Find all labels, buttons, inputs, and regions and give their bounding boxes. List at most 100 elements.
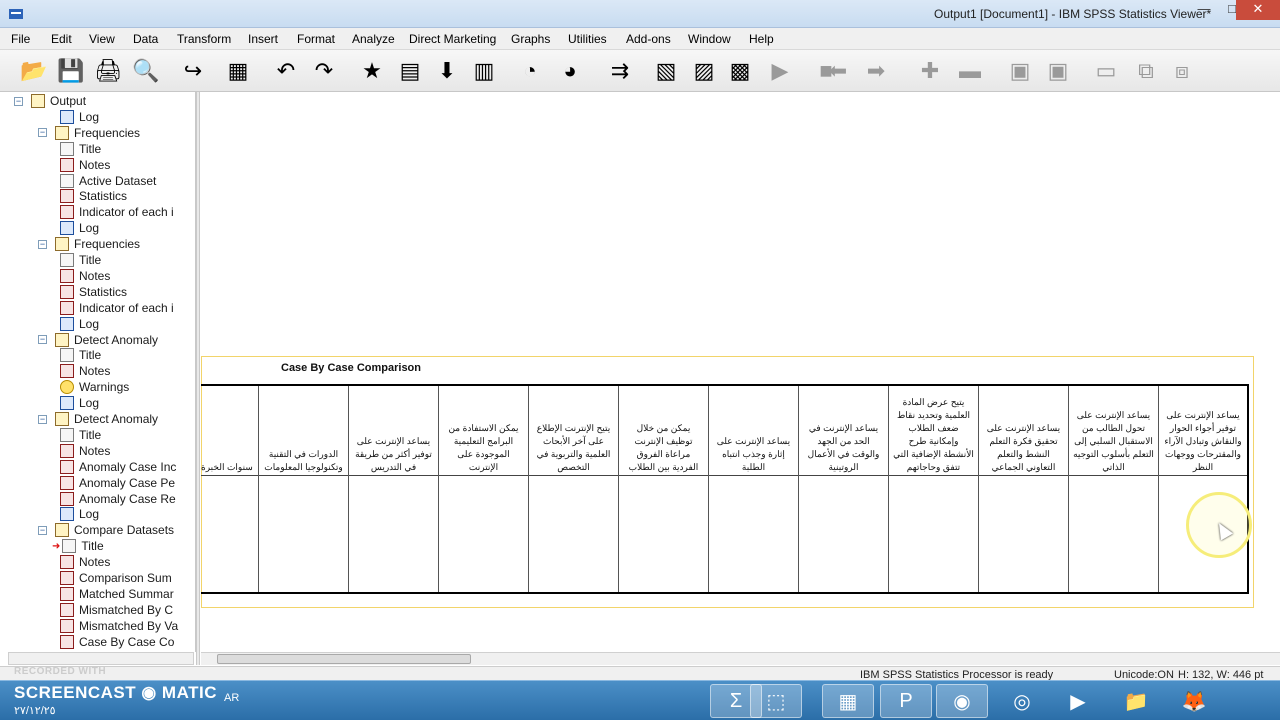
designate-window-icon[interactable]: ▧ [650, 55, 682, 87]
menu-help[interactable]: Help [749, 32, 774, 46]
expand-icon[interactable]: ▣ [1004, 55, 1036, 87]
outline-item[interactable]: Notes [60, 268, 110, 284]
outline-item[interactable]: Title [60, 427, 101, 443]
snipping-tool-icon[interactable]: ⬚ [750, 684, 802, 718]
outline-item[interactable]: Statistics [60, 284, 127, 300]
outline-item[interactable]: − Detect Anomaly [38, 411, 158, 427]
menu-analyze[interactable]: Analyze [352, 32, 395, 46]
firefox-icon[interactable]: 🦊 [1168, 684, 1220, 718]
demote-icon[interactable]: ▬ [954, 55, 986, 87]
menu-file[interactable]: File [11, 32, 30, 46]
title-icon [60, 427, 74, 442]
variables-icon[interactable]: ▥ [468, 55, 500, 87]
minimize-button[interactable]: — [1190, 0, 1218, 20]
show-icon[interactable]: ▭ [1090, 55, 1122, 87]
outline-item[interactable]: Statistics [60, 188, 127, 204]
outline-item[interactable]: Log [60, 395, 99, 411]
open-icon[interactable]: 📂 [18, 55, 50, 87]
outline-item[interactable]: Comparison Sum [60, 570, 172, 586]
outline-item[interactable]: Log [60, 316, 99, 332]
outline-item[interactable]: Log [60, 109, 99, 125]
menu-window[interactable]: Window [688, 32, 731, 46]
outline-item[interactable]: Active Dataset [60, 173, 156, 189]
outline-item[interactable]: Title [60, 141, 101, 157]
spss-viewer-icon[interactable]: P [880, 684, 932, 718]
menu-edit[interactable]: Edit [51, 32, 72, 46]
outline-item[interactable]: Title [60, 347, 101, 363]
content-hscrollbar[interactable] [201, 652, 1280, 665]
show-all-variables-icon[interactable]: ◕ [554, 55, 586, 87]
recall-dialog-icon[interactable]: ▦ [222, 55, 254, 87]
spss-data-editor-icon[interactable]: ▦ [822, 684, 874, 718]
insert-heading-icon[interactable]: ▨ [688, 55, 720, 87]
outline-item[interactable]: Mismatched By C [60, 602, 173, 618]
goto-data-icon[interactable]: ★ [356, 55, 388, 87]
collapse-toggle-icon[interactable]: − [38, 239, 47, 249]
hide-icon[interactable]: ⧉ [1130, 55, 1162, 87]
outline-item[interactable]: Anomaly Case Pe [60, 475, 175, 491]
outline-scrollbar[interactable] [8, 652, 194, 665]
menu-insert[interactable]: Insert [248, 32, 278, 46]
collapse-toggle-icon[interactable]: − [38, 128, 47, 138]
case-by-case-pivot-table[interactable]: سنوات الخبرة الدورات في التقنية وتكنولوجي… [201, 384, 1249, 594]
outline-item[interactable]: Anomaly Case Inc [60, 459, 176, 475]
outline-item[interactable]: − Detect Anomaly [38, 332, 158, 348]
outline-item[interactable]: Anomaly Case Re [60, 491, 176, 507]
outline-item[interactable]: Notes [60, 157, 110, 173]
outline-item[interactable]: Indicator of each i [60, 204, 174, 220]
outline-item[interactable]: Notes [60, 554, 110, 570]
browser-icon[interactable]: ◉ [936, 684, 988, 718]
outline-item[interactable]: Log [60, 506, 99, 522]
insert-title-icon[interactable]: ▩ [724, 55, 756, 87]
collapse-toggle-icon[interactable]: − [14, 96, 23, 106]
print-preview-icon[interactable]: 🔍 [130, 55, 162, 87]
print-icon[interactable]: 🖨 [92, 55, 124, 87]
save-icon[interactable]: 💾 [55, 55, 87, 87]
outline-item[interactable]: − Compare Datasets [38, 522, 174, 538]
collapse-toggle-icon[interactable]: − [38, 414, 47, 424]
next-icon[interactable]: ➡ [860, 55, 892, 87]
menu-utilities[interactable]: Utilities [568, 32, 607, 46]
outline-item[interactable]: Notes [60, 363, 110, 379]
outline-item[interactable]: Mismatched By Va [60, 618, 178, 634]
file-explorer-icon[interactable]: 📁 [1110, 684, 1162, 718]
undo-icon[interactable]: ↶ [270, 55, 302, 87]
collapse-toggle-icon[interactable]: − [38, 525, 47, 535]
pane-divider[interactable] [196, 92, 200, 665]
menu-transform[interactable]: Transform [177, 32, 231, 46]
outline-item[interactable]: Title [60, 252, 101, 268]
outline-item[interactable]: Indicator of each i [60, 300, 174, 316]
outline-item[interactable]: Matched Summar [60, 586, 174, 602]
redo-icon[interactable]: ↷ [308, 55, 340, 87]
menu-add-ons[interactable]: Add-ons [626, 32, 671, 46]
menu-format[interactable]: Format [297, 32, 335, 46]
collapse-toggle-icon[interactable]: − [38, 335, 47, 344]
scrollbar-thumb[interactable] [217, 654, 471, 664]
use-variable-sets-icon[interactable]: ◔ [514, 55, 546, 87]
outline-item[interactable]: Log [60, 220, 99, 236]
menu-data[interactable]: Data [133, 32, 158, 46]
outline-item[interactable]: − Frequencies [38, 125, 140, 141]
outline-item[interactable]: − Frequencies [38, 236, 140, 252]
media-player-icon[interactable]: ▶ [1052, 684, 1104, 718]
outline-item[interactable]: ➜ Title [52, 538, 104, 554]
previous-icon[interactable]: ⬅ [822, 55, 854, 87]
outline-item[interactable]: Warnings [60, 379, 129, 395]
goto-variable-icon[interactable]: ⬇ [431, 55, 463, 87]
chrome-icon[interactable]: ◎ [996, 684, 1048, 718]
insert-text-icon[interactable]: ▶ [764, 55, 796, 87]
close-button[interactable]: ✕ [1236, 0, 1280, 20]
goto-case-icon[interactable]: ▤ [394, 55, 426, 87]
menu-view[interactable]: View [89, 32, 115, 46]
outline-item[interactable]: Case By Case Co [60, 634, 174, 650]
outline-item[interactable]: Notes [60, 443, 110, 459]
spss-app-icon[interactable] [8, 6, 24, 22]
outline-item[interactable]: − Output [14, 93, 86, 109]
insert-page-icon[interactable]: ⧈ [1166, 55, 1198, 87]
spelling-icon[interactable]: ⇉ [604, 55, 636, 87]
menu-direct-marketing[interactable]: Direct Marketing [409, 32, 496, 46]
promote-icon[interactable]: ✚ [914, 55, 946, 87]
export-icon[interactable]: ↪ [177, 55, 209, 87]
collapse-icon[interactable]: ▣ [1042, 55, 1074, 87]
menu-graphs[interactable]: Graphs [511, 32, 550, 46]
